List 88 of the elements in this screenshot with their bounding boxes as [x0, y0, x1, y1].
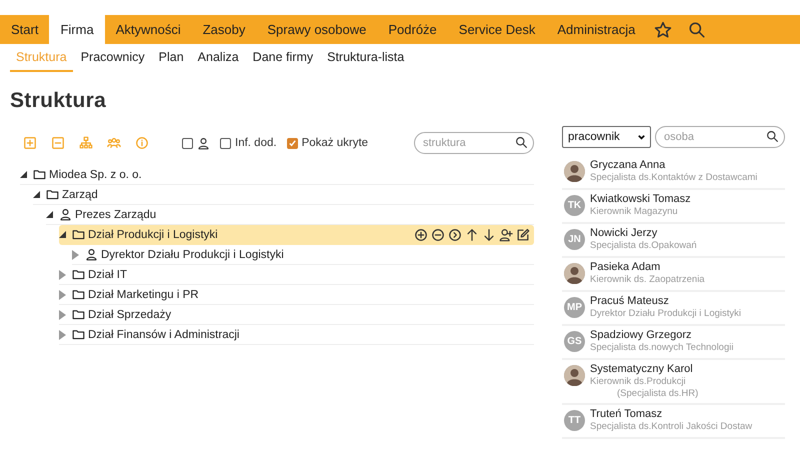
- person-name[interactable]: Truteń Tomasz: [590, 408, 752, 421]
- search-icon[interactable]: [688, 20, 706, 38]
- person-role: Specjalista ds.Kontaktów z Dostawcami: [590, 172, 758, 184]
- tree-node-label[interactable]: Dyrektor Działu Produkcji i Logistyki: [101, 248, 284, 260]
- folder-icon: [72, 308, 85, 321]
- star-icon[interactable]: [654, 20, 672, 38]
- collapsed-triangle-icon[interactable]: [72, 250, 79, 260]
- person-name[interactable]: Pasieka Adam: [590, 261, 705, 274]
- sub-tab[interactable]: Analiza: [192, 44, 245, 72]
- person-role: Specjalista ds.nowych Technologii: [590, 342, 734, 354]
- role-dropdown[interactable]: pracownik: [562, 126, 651, 148]
- checkbox-label: Pokaż ukryte: [302, 137, 368, 149]
- tree-node-label[interactable]: Dział Sprzedaży: [88, 308, 172, 320]
- folder-icon: [72, 288, 85, 301]
- person-name[interactable]: Pracuś Mateusz: [590, 295, 741, 308]
- arrow-down-icon[interactable]: [482, 228, 496, 242]
- tree-node-label[interactable]: Dział Produkcji i Logistyki: [88, 228, 218, 240]
- sub-tab[interactable]: Plan: [152, 44, 190, 72]
- folder-icon: [72, 228, 85, 241]
- person-name[interactable]: Kwiatkowski Tomasz: [590, 193, 691, 206]
- person-role: (Specjalista ds.HR): [616, 388, 698, 400]
- menu-tab[interactable]: Zasoby: [192, 15, 256, 44]
- avatar-initials: JN: [564, 229, 585, 250]
- caret-icon[interactable]: [637, 132, 646, 142]
- tree-node-label[interactable]: Dział Finansów i Administracji: [88, 328, 240, 340]
- search-field[interactable]: osoba: [655, 126, 785, 148]
- person-icon: [85, 248, 98, 261]
- expanded-triangle-icon[interactable]: [59, 231, 66, 238]
- person-role: Kierownik ds. Zaopatrzenia: [590, 274, 705, 286]
- sub-tab[interactable]: Struktura-lista: [321, 44, 410, 72]
- checkbox[interactable]: [182, 138, 193, 148]
- add-person-icon[interactable]: [499, 228, 513, 242]
- person-role: Specjalista ds.Opakowań: [590, 240, 697, 252]
- search-icon[interactable]: [766, 130, 779, 143]
- person-name[interactable]: Nowicki Jerzy: [590, 227, 697, 240]
- remove-circle-icon[interactable]: [431, 228, 445, 242]
- collapsed-triangle-icon[interactable]: [59, 290, 66, 300]
- menu-tab[interactable]: Start: [0, 15, 50, 44]
- collapsed-triangle-icon[interactable]: [59, 330, 66, 340]
- sub-tab[interactable]: Pracownicy: [74, 44, 151, 72]
- expanded-triangle-icon[interactable]: [20, 171, 27, 178]
- page-title: Struktura: [10, 89, 108, 113]
- menu-tab[interactable]: Sprawy osobowe: [256, 15, 378, 44]
- add-circle-icon[interactable]: [414, 228, 428, 242]
- menu-tab[interactable]: Podróże: [377, 15, 448, 44]
- collapsed-triangle-icon[interactable]: [59, 270, 66, 280]
- menu-tab[interactable]: Administracja: [546, 15, 646, 44]
- person-role: Specjalista ds.Kontroli Jakości Dostaw: [590, 421, 752, 433]
- checkbox-label: Inf. dod.: [235, 137, 277, 149]
- checkbox[interactable]: [286, 138, 298, 148]
- folder-icon: [72, 268, 85, 281]
- folder-icon: [72, 328, 85, 341]
- sub-tab[interactable]: Dane firmy: [246, 44, 320, 72]
- avatar-icon: [564, 365, 585, 386]
- tree-node-label[interactable]: Prezes Zarządu: [75, 208, 156, 220]
- avatar-icon: [564, 263, 585, 284]
- folder-icon: [33, 168, 46, 181]
- search-icon[interactable]: [515, 136, 528, 149]
- checkbox[interactable]: [220, 138, 231, 148]
- avatar-initials: MP: [564, 297, 585, 318]
- chevron-circle-icon[interactable]: [448, 228, 462, 242]
- arrow-up-icon[interactable]: [465, 228, 479, 242]
- person-role: Dyrektor Działu Produkcji i Logistyki: [590, 308, 741, 320]
- expanded-triangle-icon[interactable]: [33, 191, 40, 198]
- menu-tab[interactable]: Service Desk: [448, 15, 546, 44]
- person-name[interactable]: Gryczana Anna: [590, 159, 758, 172]
- person-name[interactable]: Systematyczny Karol: [590, 363, 698, 376]
- avatar-initials: TK: [564, 195, 585, 216]
- search-field[interactable]: struktura: [414, 132, 534, 154]
- person-name[interactable]: Spadziowy Grzegorz: [590, 329, 734, 342]
- expanded-triangle-icon[interactable]: [46, 211, 53, 218]
- person-role: Kierownik ds.Produkcji: [590, 376, 687, 388]
- tree-node-label[interactable]: Dział Marketingu i PR: [88, 288, 199, 300]
- tree-node-label[interactable]: Zarząd: [62, 188, 98, 200]
- menu-tab[interactable]: Firma: [49, 15, 105, 44]
- tree-node-label[interactable]: Miodea Sp. z o. o.: [49, 168, 142, 180]
- collapsed-triangle-icon[interactable]: [59, 310, 66, 320]
- person-role: Kierownik Magazynu: [590, 206, 679, 218]
- menu-tab[interactable]: Aktywności: [104, 15, 192, 44]
- person-icon: [197, 136, 210, 150]
- edit-icon[interactable]: [516, 228, 530, 242]
- avatar-icon: [564, 161, 585, 182]
- folder-icon: [46, 188, 59, 201]
- tree-node-label[interactable]: Dział IT: [88, 268, 127, 280]
- avatar-initials: GS: [564, 331, 585, 352]
- tree-row-highlight[interactable]: Dział Produkcji i Logistyki: [59, 225, 534, 245]
- avatar-initials: TT: [564, 410, 585, 431]
- person-icon: [59, 208, 72, 221]
